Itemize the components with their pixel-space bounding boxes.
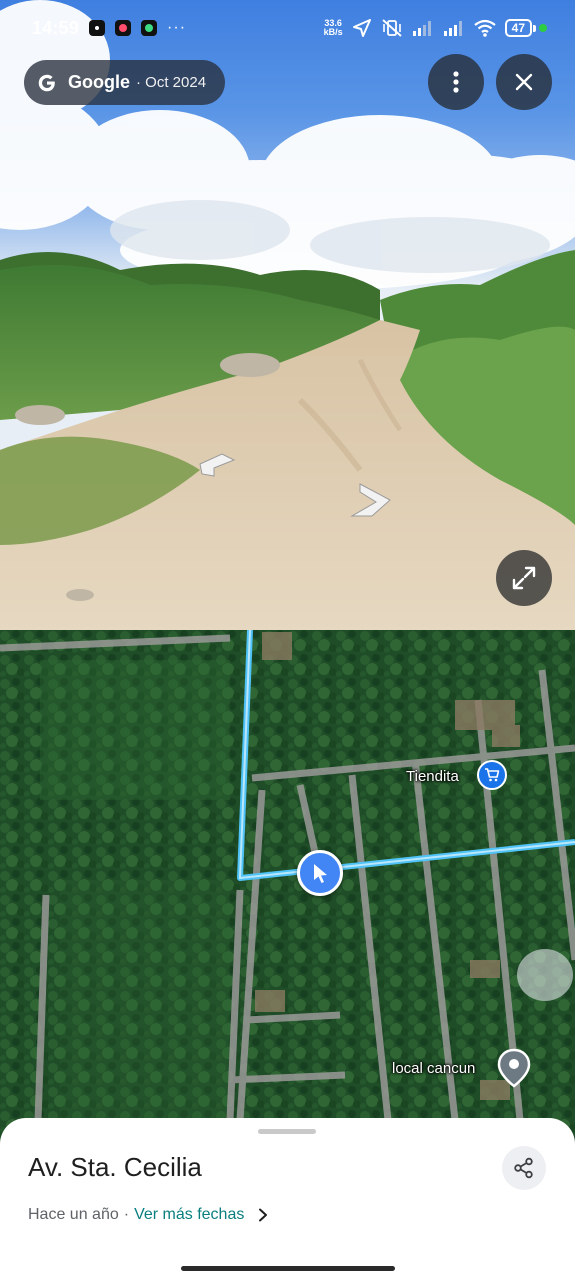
navigate-left-arrow-icon[interactable]	[198, 452, 238, 480]
place-bottom-sheet[interactable]: Av. Sta. Cecilia Hace un año · Ver más f…	[0, 1118, 575, 1280]
status-bar: 14:59 ··· 33.6 kB/s 47	[0, 0, 575, 56]
signal-icon	[443, 20, 465, 36]
street-view-panel[interactable]: 14:59 ··· 33.6 kB/s 47 Google · Oct 2024	[0, 0, 575, 630]
network-speed: 33.6 kB/s	[324, 19, 343, 37]
street-view-position-marker[interactable]	[297, 850, 343, 896]
privacy-indicator-dot	[539, 24, 547, 32]
notification-app-icon	[115, 20, 132, 36]
expand-icon	[512, 566, 536, 590]
wifi-icon	[473, 19, 496, 37]
network-speed-unit: kB/s	[323, 27, 343, 37]
capture-age-text: Hace un año	[28, 1206, 119, 1223]
share-icon	[514, 1157, 533, 1179]
capture-date-row: Hace un año · Ver más fechas	[28, 1206, 268, 1224]
navigation-arrow-icon	[314, 864, 327, 883]
sheet-drag-handle[interactable]	[258, 1129, 316, 1134]
notification-app-icon	[89, 20, 106, 36]
poi-label-tiendita[interactable]: Tiendita	[406, 768, 459, 785]
google-g-icon	[38, 74, 55, 91]
location-arrow-icon	[352, 18, 372, 38]
vibrate-off-icon	[381, 18, 403, 38]
notification-app-icon	[141, 20, 158, 36]
poi-label-local-cancun[interactable]: local cancun	[392, 1060, 475, 1077]
battery-level: 47	[504, 19, 532, 37]
location-pin-icon[interactable]	[497, 1048, 531, 1088]
share-button[interactable]	[502, 1146, 546, 1190]
shopping-cart-icon[interactable]	[477, 760, 507, 790]
date-separator: ·	[123, 1206, 130, 1223]
imagery-source-pill[interactable]: Google · Oct 2024	[24, 60, 225, 105]
gesture-navigation-bar[interactable]	[181, 1266, 395, 1271]
place-title: Av. Sta. Cecilia	[28, 1152, 202, 1182]
more-notifications-indicator: ···	[167, 19, 187, 36]
status-time: 14:59	[32, 17, 80, 38]
expand-street-view-button[interactable]	[496, 550, 552, 606]
more-options-button[interactable]	[428, 54, 484, 110]
signal-icon	[412, 20, 434, 36]
more-vert-icon	[453, 71, 459, 93]
close-street-view-button[interactable]	[496, 54, 552, 110]
chevron-right-icon[interactable]	[258, 1208, 268, 1222]
imagery-source-name: Google	[68, 72, 130, 92]
see-more-dates-link[interactable]: Ver más fechas	[134, 1206, 244, 1224]
navigate-right-arrow-icon[interactable]	[350, 482, 394, 520]
close-icon	[515, 73, 533, 91]
imagery-capture-date: · Oct 2024	[136, 74, 207, 91]
battery-icon: 47	[504, 19, 547, 37]
